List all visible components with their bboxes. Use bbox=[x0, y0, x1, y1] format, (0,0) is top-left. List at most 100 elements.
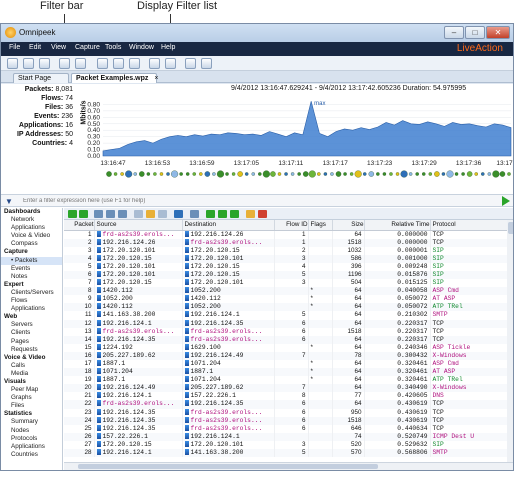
sidebar-item-peer-map[interactable]: Peer Map bbox=[1, 386, 62, 394]
table-row[interactable]: 10 1420.112 1052.200 * 64 0.050072 ATP TRel bbox=[64, 303, 512, 312]
column-header[interactable]: Flow ID bbox=[274, 220, 309, 231]
menu-file[interactable]: File bbox=[9, 44, 20, 51]
sidebar-item-voice-video[interactable]: Voice & Video bbox=[1, 232, 62, 240]
sync-icon[interactable] bbox=[218, 210, 227, 218]
pane-icon[interactable] bbox=[158, 210, 167, 218]
horizontal-scroll-thumb[interactable] bbox=[78, 464, 378, 469]
monitor-icon[interactable] bbox=[165, 58, 176, 69]
table-row[interactable]: 19 1887.1 1071.204 * 64 0.320461 ATP TRel bbox=[64, 376, 512, 385]
sidebar-item-media[interactable]: Media bbox=[1, 370, 62, 378]
sidebar-item-clients[interactable]: Clients bbox=[1, 329, 62, 337]
title-bar[interactable]: Omnipeek – □ ✕ bbox=[1, 24, 513, 42]
bookmark-icon[interactable] bbox=[146, 210, 155, 218]
sidebar-item-notes[interactable]: Notes bbox=[1, 273, 62, 281]
sidebar-item-packets[interactable]: • Packets bbox=[1, 256, 62, 265]
options-icon[interactable] bbox=[75, 58, 86, 69]
column-header[interactable]: Relative Time bbox=[364, 220, 431, 231]
menu-help[interactable]: Help bbox=[161, 44, 175, 51]
table-row[interactable]: 7 172.20.120.15 172.20.120.101 3 504 0.015125… bbox=[64, 279, 512, 288]
refresh-icon[interactable] bbox=[206, 210, 215, 218]
column-header[interactable]: Protocol bbox=[430, 220, 512, 231]
table-row[interactable]: 15 1224.192 1629.100 * 64 0.240346 ASP Tickle bbox=[64, 343, 512, 352]
tab-packet-examples[interactable]: Packet Examples.wpz × bbox=[71, 73, 158, 83]
sidebar-item-clients-servers[interactable]: Clients/Servers bbox=[1, 289, 62, 297]
menu-window[interactable]: Window bbox=[129, 44, 154, 51]
view-columns-icon[interactable] bbox=[94, 210, 103, 218]
table-row[interactable]: 2 192.216.124.26 frd-as2s39.erols... 1 1518 0… bbox=[64, 238, 512, 247]
column-header[interactable]: Size bbox=[332, 220, 365, 231]
menu-edit[interactable]: Edit bbox=[29, 44, 41, 51]
go-forward-icon[interactable] bbox=[79, 210, 88, 218]
table-row[interactable]: 20 192.216.124.49 205.227.189.62 7 64 0.34049… bbox=[64, 384, 512, 393]
sidebar-item-network[interactable]: Network bbox=[1, 216, 62, 224]
sidebar-item-requests[interactable]: Requests bbox=[1, 346, 62, 354]
table-row[interactable]: 12 192.216.124.1 192.216.124.35 6 64 0.220317… bbox=[64, 319, 512, 328]
hex-view-icon[interactable] bbox=[118, 210, 127, 218]
sidebar-item-pages[interactable]: Pages bbox=[1, 338, 62, 346]
capture-icon[interactable] bbox=[149, 58, 160, 69]
column-header[interactable]: Flags bbox=[308, 220, 333, 231]
maximize-button[interactable]: □ bbox=[465, 26, 485, 39]
tab-start-page[interactable]: Start Page bbox=[13, 73, 69, 83]
about-icon[interactable] bbox=[201, 58, 212, 69]
table-row[interactable]: 22 frd-as2s39.erols... 192.216.124.35 6 64 0.… bbox=[64, 400, 512, 409]
sidebar-item-servers[interactable]: Servers bbox=[1, 321, 62, 329]
edit-icon[interactable] bbox=[246, 210, 255, 218]
delete-icon[interactable] bbox=[258, 210, 267, 218]
sidebar-item-graphs[interactable]: Graphs bbox=[1, 394, 62, 402]
find-icon[interactable] bbox=[190, 210, 199, 218]
menu-capture[interactable]: Capture bbox=[75, 44, 100, 51]
sidebar-item-summary[interactable]: Summary bbox=[1, 418, 62, 426]
table-row[interactable]: 27 172.20.120.15 172.20.120.101 3 520 0.52963… bbox=[64, 440, 512, 450]
column-header[interactable]: Packet bbox=[64, 220, 95, 231]
close-button[interactable]: ✕ bbox=[486, 26, 510, 39]
horizontal-scrollbar[interactable] bbox=[64, 462, 513, 470]
sidebar-item-flows[interactable]: Flows bbox=[1, 297, 62, 305]
filter-expression-input[interactable] bbox=[23, 196, 493, 206]
tab-close-icon[interactable]: × bbox=[154, 75, 158, 82]
table-row[interactable]: 3 172.20.120.101 172.20.120.15 2 1032 0.00000… bbox=[64, 246, 512, 255]
vertical-scrollbar[interactable] bbox=[507, 220, 513, 462]
minimize-button[interactable]: – bbox=[444, 26, 464, 39]
table-row[interactable]: 14 192.216.124.35 frd-as2s39.erols... 6 64 0.… bbox=[64, 335, 512, 344]
table-row[interactable]: 4 172.20.120.15 172.20.120.101 3 586 0.001000… bbox=[64, 254, 512, 263]
table-row[interactable]: 26 157.22.226.1 192.216.124.1 74 0.520749 ICM… bbox=[64, 432, 512, 441]
apply-filter-icon[interactable] bbox=[502, 196, 510, 206]
table-row[interactable]: 6 172.20.120.101 172.20.120.15 5 1196 0.01587… bbox=[64, 270, 512, 280]
help-icon[interactable] bbox=[185, 58, 196, 69]
menu-tools[interactable]: Tools bbox=[105, 44, 121, 51]
table-row[interactable]: 18 1071.204 1887.1 * 64 0.320461 AT ASP bbox=[64, 368, 512, 377]
print-icon[interactable] bbox=[113, 58, 124, 69]
table-row[interactable]: 16 205.227.189.62 192.216.124.49 7 78 0.30043… bbox=[64, 351, 512, 360]
save-icon[interactable] bbox=[39, 58, 50, 69]
display-filter-list-icon[interactable]: ▼ bbox=[5, 197, 13, 206]
table-row[interactable]: 25 192.216.124.35 frd-as2s39.erols... 6 646 0… bbox=[64, 424, 512, 433]
sidebar-item-nodes[interactable]: Nodes bbox=[1, 427, 62, 435]
sidebar-item-protocols[interactable]: Protocols bbox=[1, 435, 62, 443]
sidebar-item-applications[interactable]: Applications bbox=[1, 224, 62, 232]
table-row[interactable]: 28 192.216.124.1 141.163.38.200 5 570 0.56880… bbox=[64, 449, 512, 458]
table-row[interactable]: 9 1052.200 1420.112 * 64 0.050072 AT ASP bbox=[64, 295, 512, 304]
sidebar-item-events[interactable]: Events bbox=[1, 265, 62, 273]
start-capture-icon[interactable] bbox=[59, 58, 70, 69]
view-list-icon[interactable] bbox=[106, 210, 115, 218]
open-icon[interactable] bbox=[23, 58, 34, 69]
column-header[interactable]: Destination bbox=[182, 220, 275, 231]
sidebar-item-files[interactable]: Files bbox=[1, 402, 62, 410]
go-back-icon[interactable] bbox=[68, 210, 77, 218]
sidebar-item-calls[interactable]: Calls bbox=[1, 362, 62, 370]
table-row[interactable]: 5 172.20.120.101 172.20.120.15 4 396 0.009248… bbox=[64, 262, 512, 271]
filter-icon[interactable] bbox=[97, 58, 108, 69]
table-row[interactable]: 1 frd-as2s39.erols... 192.216.124.26 1 64 0.0… bbox=[64, 230, 512, 239]
table-row[interactable]: 23 192.216.124.35 frd-as2s39.erols... 6 950 0… bbox=[64, 408, 512, 417]
filter-select-icon[interactable] bbox=[174, 210, 183, 218]
table-row[interactable]: 11 141.163.38.200 192.216.124.1 5 64 0.210302… bbox=[64, 311, 512, 320]
decode-icon[interactable] bbox=[134, 210, 143, 218]
settings-icon[interactable] bbox=[129, 58, 140, 69]
vertical-scroll-thumb[interactable] bbox=[508, 222, 513, 234]
table-row[interactable]: 21 192.216.124.1 157.22.226.1 8 77 0.420605 DN… bbox=[64, 392, 512, 401]
menu-view[interactable]: View bbox=[51, 44, 66, 51]
export-icon[interactable] bbox=[230, 210, 239, 218]
table-row[interactable]: 8 1420.112 1052.200 * 64 0.040058 ASP Cmd bbox=[64, 287, 512, 296]
table-row[interactable]: 13 frd-as2s39.erols... frd-as2s39.erols...… bbox=[64, 327, 512, 336]
